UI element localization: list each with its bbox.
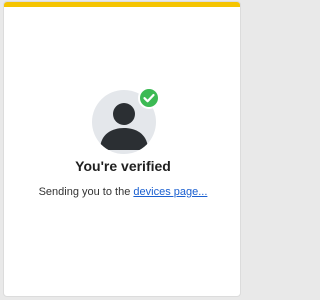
avatar-container [92,87,160,154]
status-message: Sending you to the devices page... [4,186,240,198]
status-message-prefix: Sending you to the [38,186,134,198]
verified-title: You're verified [75,158,171,174]
devices-page-link[interactable]: devices page... [133,186,207,198]
check-icon [138,87,160,109]
accent-bar [4,2,240,7]
verification-card: You're verified Sending you to the devic… [3,1,241,297]
